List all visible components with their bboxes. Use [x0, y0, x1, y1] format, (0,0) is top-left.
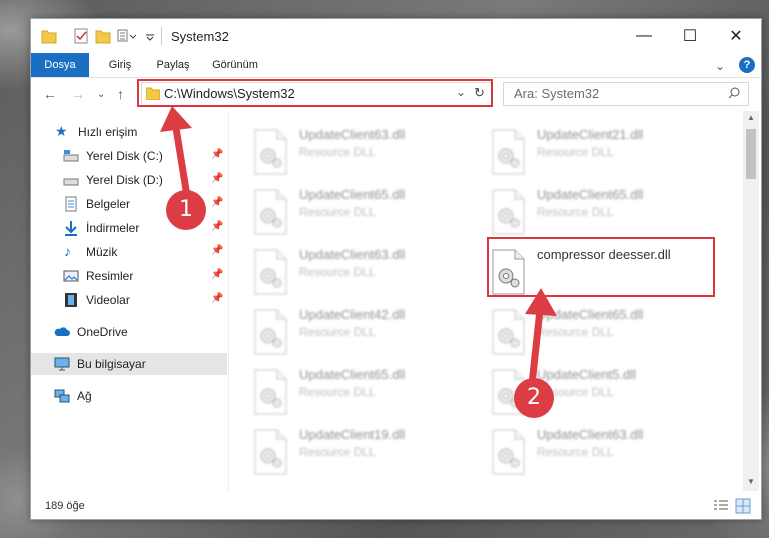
callout-badge-1: 1: [166, 190, 206, 230]
callout-badge-2: 2: [514, 378, 554, 418]
callout-arrow-1: [172, 127, 191, 197]
callout-arrowhead-1: [160, 106, 192, 132]
callout-arrowhead-2: [525, 288, 557, 316]
annotation-overlay: [160, 106, 557, 385]
callout-arrow-2: [528, 309, 544, 385]
